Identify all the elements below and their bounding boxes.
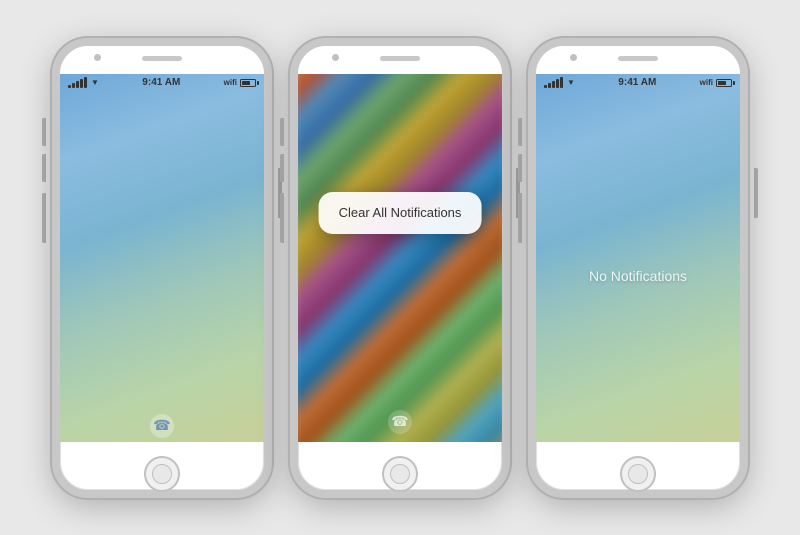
background-overlay-2 [298, 74, 502, 442]
battery-icon-3 [716, 79, 732, 87]
volume-down-button-3[interactable] [518, 193, 522, 243]
mute-button[interactable] [42, 118, 46, 146]
call-icon-2: ☎ [388, 410, 412, 434]
signal-icon-3 [544, 77, 563, 88]
phone-screen-2: Clear All Notifications ☎ [298, 74, 502, 442]
home-button-inner-2 [390, 464, 410, 484]
signal-bar-3-2 [548, 83, 551, 88]
status-time-1: 9:41 AM [142, 77, 180, 88]
phone-frame-1: ▼ 9:41 AM wifi 🔍 Search 🎙 Missed [52, 38, 272, 498]
background-1 [60, 74, 264, 442]
mute-button-3[interactable] [518, 118, 522, 146]
home-button-1[interactable] [144, 456, 180, 492]
signal-bar-4 [80, 79, 83, 88]
status-bar-1: ▼ 9:41 AM wifi [60, 74, 264, 92]
phone-screen-1: ▼ 9:41 AM wifi 🔍 Search 🎙 Missed [60, 74, 264, 442]
volume-down-button[interactable] [42, 193, 46, 243]
battery-fill [242, 81, 250, 85]
status-bar-right-1: wifi [224, 78, 256, 87]
signal-bar-3 [76, 81, 79, 88]
signal-bar-1 [68, 85, 71, 88]
status-bar-left: ▼ [68, 77, 99, 88]
clear-all-text: Clear All Notifications [339, 205, 462, 220]
earpiece-speaker [142, 56, 182, 61]
volume-up-button-3[interactable] [518, 154, 522, 182]
battery-icon-1 [240, 79, 256, 87]
signal-bar-3-4 [556, 79, 559, 88]
volume-up-button[interactable] [42, 154, 46, 182]
carrier-name-3: ▼ [567, 78, 575, 87]
signal-bar-5 [84, 77, 87, 88]
phone-1: ▼ 9:41 AM wifi 🔍 Search 🎙 Missed [52, 38, 272, 498]
front-camera-3 [570, 54, 577, 61]
no-notifications-label: No Notifications [589, 268, 687, 284]
battery-fill-3 [718, 81, 726, 85]
signal-bar-3-5 [560, 77, 563, 88]
phone-3: ▼ 9:41 AM wifi 🔍 Search 🎙 No Notificatio… [528, 38, 748, 498]
signal-bar-3-3 [552, 81, 555, 88]
volume-down-button-2[interactable] [280, 193, 284, 243]
phone-2: Clear All Notifications ☎ [290, 38, 510, 498]
home-button-3[interactable] [620, 456, 656, 492]
background-3 [536, 74, 740, 442]
carrier-name: ▼ [91, 78, 99, 87]
phone-top-bar-3 [536, 46, 740, 74]
phone-top-bar-2 [298, 46, 502, 74]
home-button-2[interactable] [382, 456, 418, 492]
signal-icon [68, 77, 87, 88]
phone-top-bar [60, 46, 264, 74]
front-camera [94, 54, 101, 61]
phone-frame-2: Clear All Notifications ☎ [290, 38, 510, 498]
signal-bar-2 [72, 83, 75, 88]
front-camera-2 [332, 54, 339, 61]
home-button-inner-1 [152, 464, 172, 484]
home-button-inner-3 [628, 464, 648, 484]
mute-button-2[interactable] [280, 118, 284, 146]
phone-call-indicator-1: ☎ [150, 414, 174, 438]
earpiece-speaker-3 [618, 56, 658, 61]
clear-all-popup[interactable]: Clear All Notifications [319, 192, 482, 234]
power-button-3[interactable] [754, 168, 758, 218]
wifi-icon-3: wifi [700, 78, 713, 87]
wifi-icon: wifi [224, 78, 237, 87]
phone-screen-3: ▼ 9:41 AM wifi 🔍 Search 🎙 No Notificatio… [536, 74, 740, 442]
status-bar-left-3: ▼ [544, 77, 575, 88]
volume-up-button-2[interactable] [280, 154, 284, 182]
status-bar-3: ▼ 9:41 AM wifi [536, 74, 740, 92]
signal-bar-3-1 [544, 85, 547, 88]
status-time-3: 9:41 AM [618, 77, 656, 88]
earpiece-speaker-2 [380, 56, 420, 61]
status-bar-right-3: wifi [700, 78, 732, 87]
phone-frame-3: ▼ 9:41 AM wifi 🔍 Search 🎙 No Notificatio… [528, 38, 748, 498]
